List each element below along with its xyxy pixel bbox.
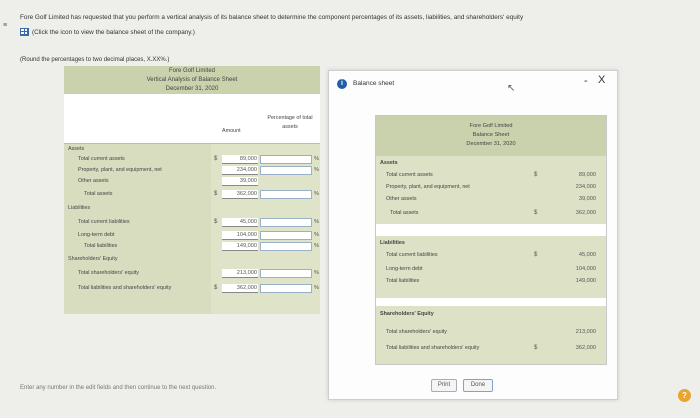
- liability-row-label: Total current liabilities: [386, 252, 438, 258]
- footer-instruction: Enter any number in the edit fields and …: [20, 385, 217, 391]
- done-button[interactable]: Done: [463, 379, 493, 392]
- minimize-button[interactable]: -: [584, 75, 588, 87]
- amount-value: 104,000: [236, 232, 257, 238]
- percentage-input[interactable]: [260, 284, 312, 293]
- view-data-row: (Click the icon to view the balance shee…: [20, 28, 195, 36]
- liability-row-label: Long-term debt: [386, 266, 423, 272]
- balance-sheet-header: Fore Golf Limited Balance Sheet December…: [376, 116, 606, 156]
- percentage-input[interactable]: [260, 231, 312, 240]
- balance-sheet-dialog: i Balance sheet ↖ - X Fore Golf Limited …: [328, 70, 618, 400]
- amount-column-header: Amount: [222, 128, 241, 134]
- liability-amount: 149,000: [575, 278, 596, 284]
- dollar-sign: $: [214, 191, 218, 197]
- worksheet-row-label: Long-term debt: [78, 232, 115, 238]
- amount-value: 213,000: [236, 270, 257, 276]
- percentage-column-header: Percentage of total assets: [267, 115, 313, 130]
- amount-value: 234,000: [236, 167, 257, 173]
- equity-header: Shareholders' Equity: [380, 311, 434, 317]
- worksheet-row-label: Total liabilities and shareholders' equi…: [78, 285, 172, 291]
- worksheet-row-label: Total assets: [84, 191, 113, 197]
- amount-value: 89,000: [239, 156, 257, 162]
- question-text: Fore Golf Limited has requested that you…: [20, 14, 524, 21]
- help-button[interactable]: ?: [678, 389, 691, 402]
- equity-row-label: Total shareholders' equity: [386, 329, 447, 335]
- worksheet-row-label: Shareholders' Equity: [68, 256, 118, 262]
- liability-amount: 45,000: [578, 252, 596, 258]
- equity-amount: 213,000: [575, 329, 596, 335]
- close-button[interactable]: X: [598, 74, 605, 86]
- worksheet-row-label: Total liabilities: [84, 243, 118, 249]
- asset-amount: 39,000: [578, 196, 596, 202]
- worksheet-row-label: Total current assets: [78, 156, 125, 162]
- asset-row-label: Other assets: [386, 196, 417, 202]
- balance-sheet-company: Fore Golf Limited: [469, 123, 513, 129]
- equity-row-label: Total liabilities and shareholders' equi…: [386, 345, 480, 351]
- amount-value: 362,000: [236, 191, 257, 197]
- balance-sheet: Fore Golf Limited Balance Sheet December…: [375, 115, 607, 365]
- liabilities-header: Liabilities: [380, 240, 405, 246]
- print-button[interactable]: Print: [431, 379, 457, 392]
- percent-sign: %: [314, 270, 319, 276]
- dollar-sign: $: [534, 252, 538, 258]
- percentage-input[interactable]: [260, 155, 312, 164]
- cursor-icon: ↖: [507, 83, 516, 94]
- liability-row-label: Total liabilities: [386, 278, 420, 284]
- worksheet-row-label: Other assets: [78, 178, 109, 184]
- worksheet-header: Fore Golf Limited Vertical Analysis of B…: [64, 66, 320, 94]
- percentage-input[interactable]: [260, 166, 312, 175]
- worksheet-row-label: Property, plant, and equipment, net: [78, 167, 162, 173]
- dollar-sign: $: [534, 172, 538, 178]
- rounding-note: (Round the percentages to two decimal pl…: [20, 57, 170, 63]
- table-icon[interactable]: [20, 28, 29, 36]
- worksheet-column-header: Amount Percentage of total assets: [64, 94, 320, 144]
- percent-sign: %: [314, 285, 319, 291]
- percent-sign: %: [314, 232, 319, 238]
- asset-amount: 89,000: [578, 172, 596, 178]
- worksheet-row-label: Total shareholders' equity: [78, 270, 139, 276]
- asset-amount: 234,000: [575, 184, 596, 190]
- asset-amount: 362,000: [575, 210, 596, 216]
- percent-sign: %: [314, 191, 319, 197]
- worksheet-row-label: Assets: [68, 146, 85, 152]
- dollar-sign: $: [214, 219, 218, 225]
- asset-row-label: Total assets: [390, 210, 419, 216]
- worksheet-row-label: Liabilities: [68, 205, 91, 211]
- asset-row-label: Property, plant, and equipment, net: [386, 184, 470, 190]
- worksheet-date: December 31, 2020: [165, 86, 219, 92]
- dollar-sign: $: [534, 210, 538, 216]
- assets-header: Assets: [380, 160, 398, 166]
- worksheet-row-label: Total current liabilities: [78, 219, 130, 225]
- equity-amount: 362,000: [575, 345, 596, 351]
- percent-sign: %: [314, 243, 319, 249]
- percentage-input[interactable]: [260, 269, 312, 278]
- percent-sign: %: [314, 167, 319, 173]
- dollar-sign: $: [534, 345, 538, 351]
- edge-marker: ≡: [3, 22, 8, 29]
- vertical-analysis-worksheet: Fore Golf Limited Vertical Analysis of B…: [64, 66, 320, 314]
- asset-row-label: Total current assets: [386, 172, 433, 178]
- worksheet-company: Fore Golf Limited: [168, 68, 216, 74]
- dialog-title: Balance sheet: [353, 80, 395, 87]
- liability-amount: 104,000: [575, 266, 596, 272]
- percentage-input[interactable]: [260, 218, 312, 227]
- amount-value: 362,000: [236, 285, 257, 291]
- percent-sign: %: [314, 219, 319, 225]
- view-data-text: (Click the icon to view the balance shee…: [32, 28, 195, 36]
- amount-value: 39,000: [239, 178, 257, 184]
- info-icon: i: [337, 79, 347, 89]
- balance-sheet-title: Balance Sheet: [472, 132, 510, 138]
- percentage-input[interactable]: [260, 242, 312, 251]
- dollar-sign: $: [214, 285, 218, 291]
- percentage-input[interactable]: [260, 190, 312, 199]
- percent-sign: %: [314, 156, 319, 162]
- amount-value: 45,000: [239, 219, 257, 225]
- dollar-sign: $: [214, 156, 218, 162]
- balance-sheet-date: December 31, 2020: [466, 141, 516, 147]
- worksheet-title: Vertical Analysis of Balance Sheet: [146, 77, 238, 83]
- amount-value: 149,000: [236, 243, 257, 249]
